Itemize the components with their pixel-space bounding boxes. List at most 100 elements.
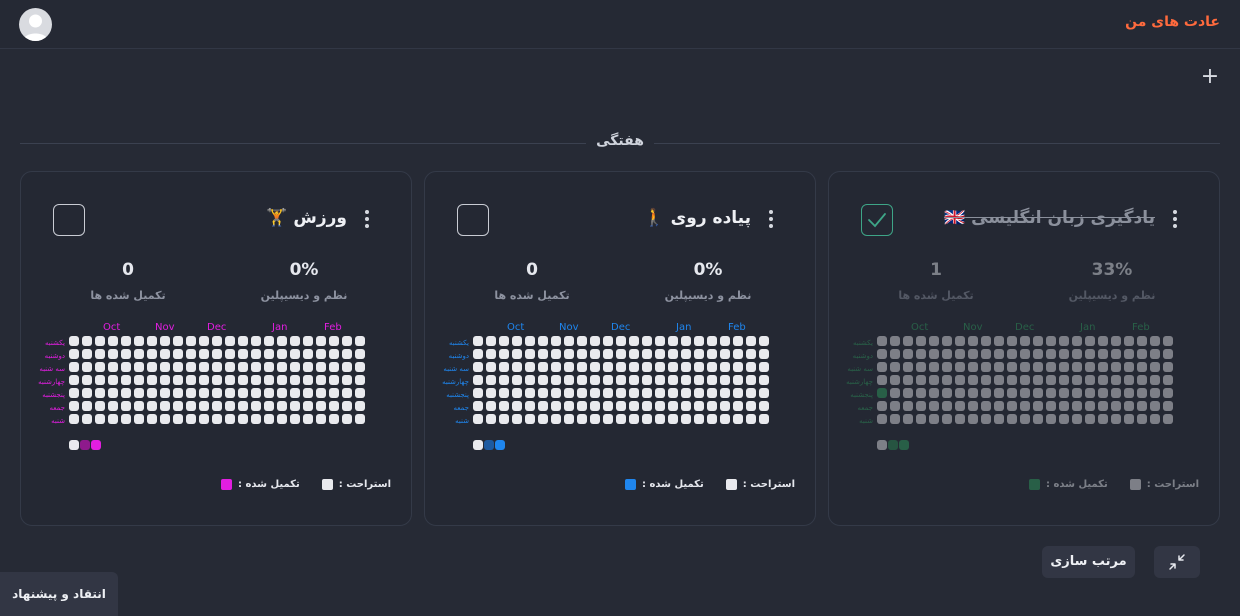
day-cell[interactable]	[108, 336, 118, 346]
day-cell[interactable]	[277, 336, 287, 346]
day-cell[interactable]	[577, 401, 587, 411]
day-cell[interactable]	[199, 388, 209, 398]
day-cell[interactable]	[134, 388, 144, 398]
day-cell[interactable]	[212, 375, 222, 385]
day-cell[interactable]	[707, 388, 717, 398]
day-cell[interactable]	[1020, 349, 1030, 359]
day-cell[interactable]	[629, 349, 639, 359]
day-cell[interactable]	[512, 349, 522, 359]
day-cell[interactable]	[173, 401, 183, 411]
day-cell[interactable]	[1150, 349, 1160, 359]
day-cell[interactable]	[173, 414, 183, 424]
day-cell[interactable]	[929, 414, 939, 424]
day-cell[interactable]	[1059, 375, 1069, 385]
day-cell[interactable]	[251, 388, 261, 398]
day-cell[interactable]	[525, 414, 535, 424]
day-cell[interactable]	[916, 375, 926, 385]
day-cell[interactable]	[486, 336, 496, 346]
day-cell[interactable]	[1072, 401, 1082, 411]
day-cell[interactable]	[903, 336, 913, 346]
day-cell[interactable]	[82, 349, 92, 359]
day-cell[interactable]	[69, 336, 79, 346]
day-cell[interactable]	[264, 336, 274, 346]
day-cell[interactable]	[642, 375, 652, 385]
day-cell[interactable]	[160, 388, 170, 398]
day-cell[interactable]	[955, 375, 965, 385]
day-cell[interactable]	[329, 414, 339, 424]
day-cell[interactable]	[1163, 388, 1173, 398]
day-cell[interactable]	[1046, 401, 1056, 411]
day-cell[interactable]	[290, 401, 300, 411]
day-cell[interactable]	[720, 388, 730, 398]
day-cell[interactable]	[577, 362, 587, 372]
day-cell[interactable]	[746, 349, 756, 359]
habit-menu-button[interactable]	[363, 210, 371, 232]
day-cell[interactable]	[942, 375, 952, 385]
day-cell[interactable]	[1007, 362, 1017, 372]
day-cell[interactable]	[121, 414, 131, 424]
day-cell[interactable]	[108, 388, 118, 398]
day-cell[interactable]	[929, 349, 939, 359]
day-cell[interactable]	[538, 401, 548, 411]
day-cell[interactable]	[746, 336, 756, 346]
day-cell[interactable]	[1150, 362, 1160, 372]
day-cell[interactable]	[290, 336, 300, 346]
day-cell[interactable]	[355, 349, 365, 359]
day-cell[interactable]	[212, 336, 222, 346]
day-cell[interactable]	[759, 349, 769, 359]
day-cell[interactable]	[95, 401, 105, 411]
day-cell[interactable]	[916, 388, 926, 398]
day-cell[interactable]	[238, 375, 248, 385]
day-cell[interactable]	[329, 362, 339, 372]
day-cell[interactable]	[355, 388, 365, 398]
day-cell[interactable]	[994, 388, 1004, 398]
day-cell[interactable]	[499, 401, 509, 411]
day-cell[interactable]	[499, 349, 509, 359]
day-cell[interactable]	[707, 362, 717, 372]
day-cell[interactable]	[264, 414, 274, 424]
day-cell[interactable]	[134, 401, 144, 411]
day-cell[interactable]	[616, 336, 626, 346]
day-cell[interactable]	[642, 336, 652, 346]
day-cell[interactable]	[186, 349, 196, 359]
day-cell[interactable]	[968, 414, 978, 424]
day-cell[interactable]	[108, 349, 118, 359]
day-cell[interactable]	[668, 349, 678, 359]
day-cell[interactable]	[160, 349, 170, 359]
day-cell[interactable]	[916, 336, 926, 346]
day-cell[interactable]	[316, 362, 326, 372]
day-cell[interactable]	[134, 375, 144, 385]
day-cell[interactable]	[290, 388, 300, 398]
day-cell[interactable]	[746, 401, 756, 411]
day-cell[interactable]	[290, 362, 300, 372]
day-cell[interactable]	[577, 414, 587, 424]
day-cell[interactable]	[1033, 362, 1043, 372]
day-cell[interactable]	[994, 414, 1004, 424]
day-cell[interactable]	[616, 401, 626, 411]
day-cell[interactable]	[1007, 349, 1017, 359]
day-cell[interactable]	[681, 375, 691, 385]
day-cell[interactable]	[551, 362, 561, 372]
day-cell[interactable]	[303, 388, 313, 398]
day-cell[interactable]	[225, 414, 235, 424]
day-cell[interactable]	[759, 336, 769, 346]
day-cell[interactable]	[564, 414, 574, 424]
day-cell[interactable]	[108, 375, 118, 385]
day-cell[interactable]	[590, 414, 600, 424]
day-cell[interactable]	[1046, 362, 1056, 372]
day-cell[interactable]	[681, 388, 691, 398]
day-cell[interactable]	[290, 349, 300, 359]
day-cell[interactable]	[1072, 362, 1082, 372]
day-cell[interactable]	[1124, 414, 1134, 424]
day-cell[interactable]	[655, 401, 665, 411]
day-cell[interactable]	[212, 388, 222, 398]
day-cell[interactable]	[681, 349, 691, 359]
day-cell[interactable]	[160, 414, 170, 424]
day-cell[interactable]	[186, 362, 196, 372]
day-cell[interactable]	[69, 375, 79, 385]
day-cell[interactable]	[95, 414, 105, 424]
day-cell[interactable]	[329, 401, 339, 411]
day-cell[interactable]	[303, 401, 313, 411]
sort-button[interactable]: مرتب سازی	[1042, 546, 1135, 578]
day-cell[interactable]	[121, 362, 131, 372]
